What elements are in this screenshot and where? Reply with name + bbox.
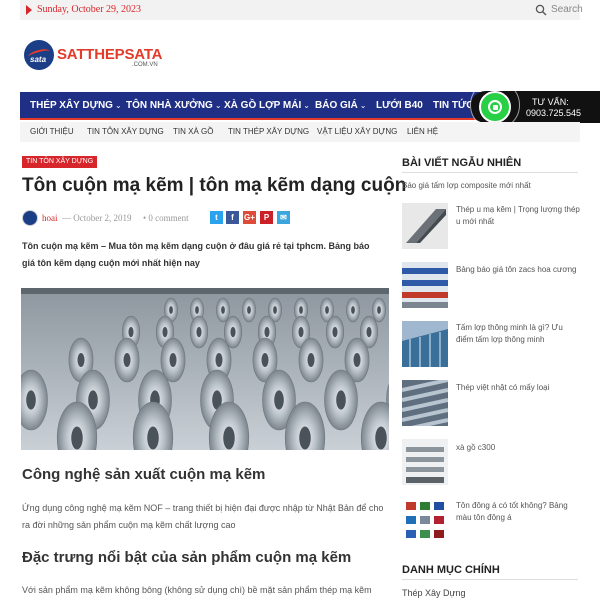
chevron-down-icon: ⌄ (359, 101, 367, 110)
hero-image-steel-coils (21, 288, 389, 450)
sidebar-post-link[interactable]: Thép việt nhật có mấy loại (456, 382, 580, 394)
google-plus-share-icon[interactable]: G+ (243, 211, 256, 224)
chevron-down-icon: ⌄ (214, 101, 222, 110)
nav-item-thep-xay-dung[interactable]: THÉP XÂY DỰNG ⌄ (30, 100, 122, 111)
chevron-down-icon: ⌄ (303, 101, 310, 110)
logo-domain: .COM.VN (132, 62, 158, 68)
section-heading-2: Đặc trưng nổi bật của sản phẩm cuộn mạ k… (22, 549, 352, 566)
subnav-item-vat-lieu-xay-dung[interactable]: VẬT LIỆU XÂY DỰNG (317, 127, 397, 136)
color-chart-thumb[interactable] (402, 498, 448, 544)
nav-item-luoi-b40[interactable]: LƯỚI B40 (376, 100, 423, 111)
divider (402, 172, 578, 173)
search-input[interactable]: Search (551, 4, 583, 15)
hotline-number: 0903.725.545 (526, 108, 582, 118)
category-badge[interactable]: TIN TÔN XÂY DỰNG (22, 156, 98, 168)
chevron-down-icon: ⌄ (114, 101, 122, 110)
pinterest-share-icon[interactable]: P (260, 211, 273, 224)
nav-item-xa-go-lop-mai[interactable]: XÀ GỒ LỢP MÁI ⌄ (224, 100, 310, 111)
comment-count[interactable]: • 0 comment (143, 213, 189, 223)
subnav-item-tin-thep-xay-dung[interactable]: TIN THÉP XÂY DỰNG (228, 127, 309, 136)
divider (402, 579, 578, 580)
whatsapp-icon[interactable] (479, 91, 511, 123)
roof-sheet-thumb[interactable] (402, 262, 448, 308)
sidebar-post-link[interactable]: Thép u mạ kẽm | Trọng lượng thép u mới n… (456, 204, 580, 228)
avatar[interactable] (22, 210, 38, 226)
email-share-icon[interactable]: ✉ (277, 211, 290, 224)
top-bar: Sunday, October 29, 2023 Search (20, 0, 583, 20)
article-paragraph-2: Với sản phẩm mạ kẽm không bông (không sử… (22, 585, 372, 595)
sub-navigation: GIỚI THIỆU TIN TÔN XÂY DỰNG TIN XÀ GỒ TI… (20, 122, 580, 142)
rebar-thumb[interactable] (402, 380, 448, 426)
sidebar-post-link[interactable]: Báo giá tấm lợp composite mới nhất (402, 181, 531, 190)
subnav-item-tin-xa-go[interactable]: TIN XÀ GỒ (173, 127, 213, 136)
sidebar-post-link[interactable]: Bảng báo giá tôn zacs hoa cương (456, 264, 580, 276)
page-title: Tôn cuộn mạ kẽm | tôn mạ kẽm dạng cuộn (22, 175, 407, 196)
current-date: Sunday, October 29, 2023 (37, 4, 142, 15)
sidebar-post-link[interactable]: Tôn đông á có tốt không? Bảng màu tôn đô… (456, 500, 580, 524)
twitter-share-icon[interactable]: t (210, 211, 223, 224)
facebook-share-icon[interactable]: f (226, 211, 239, 224)
subnav-item-gioi-thieu[interactable]: GIỚI THIỆU (30, 127, 74, 136)
sidebar-category-link[interactable]: Thép Xây Dựng (402, 588, 466, 598)
logo-badge: sata (24, 40, 54, 70)
logo-badge-text: sata (30, 55, 47, 64)
nav-item-ton-nha-xuong[interactable]: TÔN NHÀ XƯỞNG ⌄ (126, 100, 222, 111)
building-thumb[interactable] (402, 321, 448, 367)
search-icon[interactable] (535, 4, 547, 16)
article-paragraph-1: Ứng dụng công nghệ mạ kẽm NOF – trang th… (22, 503, 384, 530)
purlin-thumb[interactable] (402, 439, 448, 485)
date-arrow-icon (26, 5, 32, 15)
hotline-label: TƯ VẤN: (532, 97, 569, 107)
article-lead: Tôn cuộn mạ kẽm – Mua tôn mạ kẽm dạng cu… (22, 241, 370, 268)
logo-name: SATTHEPSATA (57, 46, 163, 63)
sidebar-heading-random-posts: BÀI VIẾT NGẪU NHIÊN (402, 157, 522, 169)
subnav-item-tin-ton-xay-dung[interactable]: TIN TÔN XÂY DỰNG (87, 127, 164, 136)
subnav-item-lien-he[interactable]: LIÊN HỆ (407, 127, 438, 136)
author-link[interactable]: hoai (42, 213, 58, 223)
sidebar-heading-main-categories: DANH MỤC CHÍNH (402, 564, 500, 576)
section-heading-1: Công nghệ sản xuất cuộn mạ kẽm (22, 466, 266, 483)
sidebar-post-link[interactable]: Tấm lợp thông minh là gì? Ưu điểm tấm lợ… (456, 322, 580, 346)
sidebar-post-link[interactable]: xà gồ c300 (456, 442, 580, 454)
steel-channel-thumb[interactable] (402, 203, 448, 249)
post-date: — October 2, 2019 (62, 213, 132, 223)
nav-item-bao-gia[interactable]: BÁO GIÁ ⌄ (315, 100, 366, 111)
